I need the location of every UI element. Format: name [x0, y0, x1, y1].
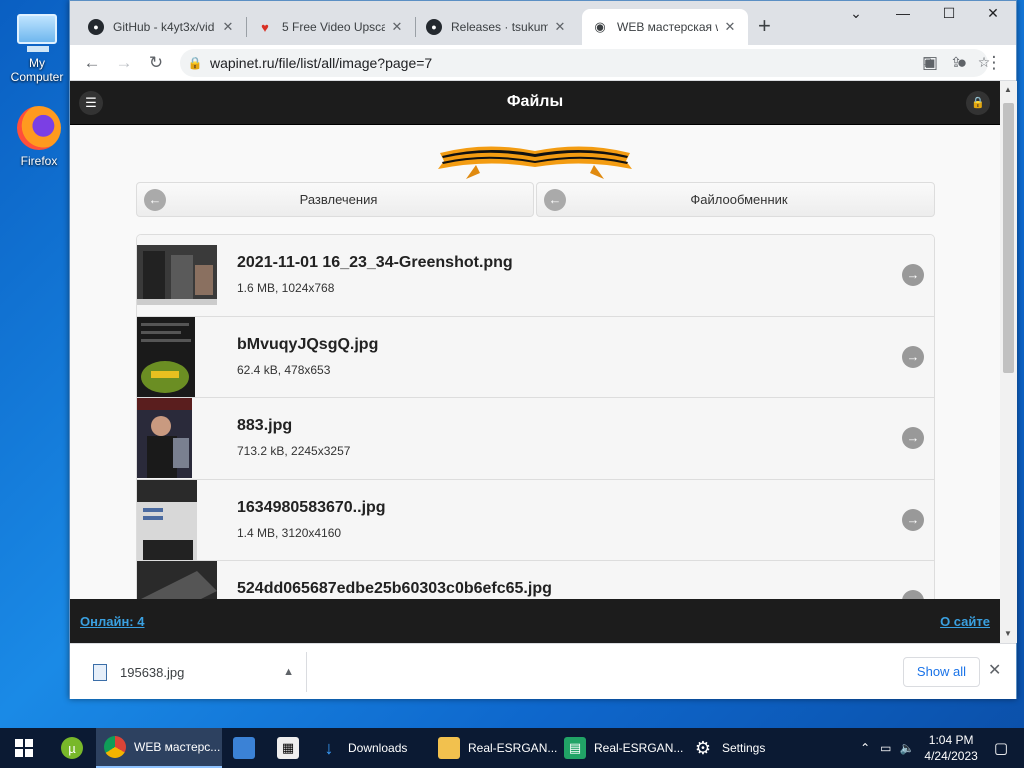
new-tab-button[interactable]: + [758, 13, 771, 39]
arrow-right-icon: → [902, 508, 924, 531]
desktop-icon-my-computer[interactable]: My Computer [2, 8, 72, 84]
tab-github-video2x[interactable]: ● GitHub - k4yt3x/vid ✕ [78, 9, 246, 45]
close-tab-icon[interactable]: ✕ [552, 19, 568, 35]
close-icon[interactable]: ✕ [988, 660, 1001, 680]
volume-icon[interactable]: 🔈 [899, 741, 914, 755]
tab-strip: ● GitHub - k4yt3x/vid ✕ ♥ 5 Free Video U… [70, 1, 1016, 45]
tab-releases[interactable]: ● Releases · tsukumij ✕ [416, 9, 578, 45]
nav-button-entertainment[interactable]: ← Развлечения [136, 182, 534, 217]
online-users-link[interactable]: Онлайн: 4 [80, 614, 144, 629]
list-item[interactable]: bMvuqyJQsgQ.jpg 62.4 kB, 478x653 → [137, 316, 934, 398]
github-icon: ● [88, 19, 104, 35]
taskbar-downloads[interactable]: ↓ Downloads [310, 728, 430, 768]
taskbar-settings[interactable]: ⚙ Settings [684, 728, 784, 768]
wapinet-eye-icon: ◉ [594, 19, 606, 34]
browser-toolbar: ← → ↻ 🔒 wapinet.ru/file/list/all/image?p… [70, 45, 1016, 81]
computer-icon [17, 14, 57, 52]
page-title: Файлы [506, 93, 564, 110]
tab-video-upscalers[interactable]: ♥ 5 Free Video Upsca ✕ [247, 9, 415, 45]
app-window-icon [233, 737, 255, 759]
clock[interactable]: 1:04 PM 4/24/2023 [924, 732, 977, 764]
forward-button[interactable]: → [112, 51, 136, 75]
profile-avatar-icon[interactable]: ● [950, 51, 974, 75]
file-thumbnail [137, 479, 197, 560]
desktop-icon-firefox[interactable]: Firefox [4, 106, 74, 168]
scroll-down-icon[interactable]: ▼ [1004, 629, 1012, 638]
taskbar-folder-realesrgan[interactable]: Real-ESRGAN... [430, 728, 557, 768]
list-item[interactable]: 1634980583670..jpg 1.4 MB, 3120x4160 → [137, 479, 934, 561]
file-thumbnail [137, 245, 217, 305]
scroll-up-icon[interactable]: ▲ [1004, 85, 1012, 94]
file-thumbnail [137, 316, 195, 397]
chevron-up-icon[interactable]: ⌃ [860, 741, 870, 755]
browser-window: ● GitHub - k4yt3x/vid ✕ ♥ 5 Free Video U… [69, 0, 1017, 699]
nav-button-file-exchange[interactable]: ← Файлообменник [536, 182, 935, 217]
login-lock-icon[interactable]: 🔒 [966, 91, 990, 115]
chevron-up-icon[interactable]: ▲ [283, 666, 294, 678]
side-panel-icon[interactable]: ▣ [918, 51, 942, 75]
folder-icon [438, 737, 460, 759]
page-scrollbar[interactable]: ▲ ▼ [1000, 81, 1017, 643]
clapperboard-icon: ▦ [277, 737, 299, 759]
site-footer: Онлайн: 4 О сайте [70, 599, 1000, 643]
download-arrow-icon: ↓ [324, 737, 334, 758]
address-bar[interactable]: 🔒 wapinet.ru/file/list/all/image?page=7 … [180, 49, 990, 77]
back-button[interactable]: ← [80, 51, 104, 75]
system-tray: ⌃ ▭ 🔈 1:04 PM 4/24/2023 ▢ [860, 728, 1024, 768]
chrome-icon [104, 736, 126, 758]
arrow-left-icon: ← [544, 188, 566, 211]
notifications-icon[interactable]: ▢ [994, 739, 1008, 757]
start-button[interactable] [0, 728, 48, 768]
about-site-link[interactable]: О сайте [940, 614, 990, 629]
show-all-button[interactable]: Show all [903, 657, 980, 687]
close-window-button[interactable]: ✕ [970, 5, 1016, 22]
network-icon[interactable]: ▭ [880, 741, 891, 755]
download-item[interactable]: 195638.jpg ▲ [78, 652, 306, 692]
taskbar-app[interactable] [222, 728, 266, 768]
close-tab-icon[interactable]: ✕ [220, 19, 236, 35]
close-tab-icon[interactable]: ✕ [389, 19, 405, 35]
gear-icon: ⚙ [694, 737, 712, 758]
browser-menu-icon[interactable]: ⋮ [982, 51, 1006, 75]
reload-button[interactable]: ↻ [144, 51, 168, 75]
maximize-button[interactable]: ☐ [926, 5, 972, 22]
tab-wapinet[interactable]: ◉ WEB мастерская w ✕ [582, 9, 748, 45]
taskbar-video[interactable]: ▦ [266, 728, 310, 768]
page-viewport: ☰ Файлы 🔒 ← Развлечения ← Файлообменник … [70, 81, 1000, 643]
tab-search-icon[interactable]: ⌄ [833, 5, 879, 22]
close-tab-icon[interactable]: ✕ [722, 19, 738, 35]
firefox-icon [17, 106, 61, 150]
taskbar-utorrent[interactable]: µ [48, 728, 96, 768]
github-icon: ● [426, 19, 442, 35]
file-thumbnail [137, 398, 192, 478]
utorrent-icon: µ [61, 737, 83, 759]
arrow-right-icon: → [902, 427, 924, 449]
taskbar-chrome[interactable]: WEB мастерс... [96, 728, 222, 768]
file-list: 2021-11-01 16_23_34-Greenshot.png 1.6 MB… [136, 234, 935, 634]
list-item[interactable]: 883.jpg 713.2 kB, 2245x3257 → [137, 398, 934, 480]
minimize-button[interactable]: — [880, 5, 926, 21]
site-header: ☰ Файлы 🔒 [70, 81, 1000, 125]
arrow-left-icon: ← [144, 188, 166, 211]
desktop-icon-label: My Computer [10, 56, 64, 84]
taskbar: µ WEB мастерс... ▦ ↓ Downloads Real-ESRG… [0, 728, 1024, 768]
arrow-right-icon: → [902, 345, 924, 368]
desktop-icon-label: Firefox [20, 154, 58, 168]
st-george-ribbon-icon [438, 146, 632, 179]
downloads-shelf: 195638.jpg ▲ Show all ✕ [70, 643, 1016, 699]
image-file-icon [93, 663, 107, 681]
taskbar-excel-realesrgan[interactable]: ▤ Real-ESRGAN... [556, 728, 684, 768]
list-item[interactable]: 2021-11-01 16_23_34-Greenshot.png 1.6 MB… [137, 235, 934, 317]
url-text[interactable]: wapinet.ru/file/list/all/image?page=7 [210, 55, 432, 71]
heart-icon: ♥ [261, 19, 269, 35]
excel-icon: ▤ [564, 737, 586, 759]
windows-logo-icon [15, 739, 33, 757]
scrollbar-thumb[interactable] [1003, 103, 1014, 373]
lock-icon[interactable]: 🔒 [180, 56, 210, 70]
arrow-right-icon: → [902, 264, 924, 286]
